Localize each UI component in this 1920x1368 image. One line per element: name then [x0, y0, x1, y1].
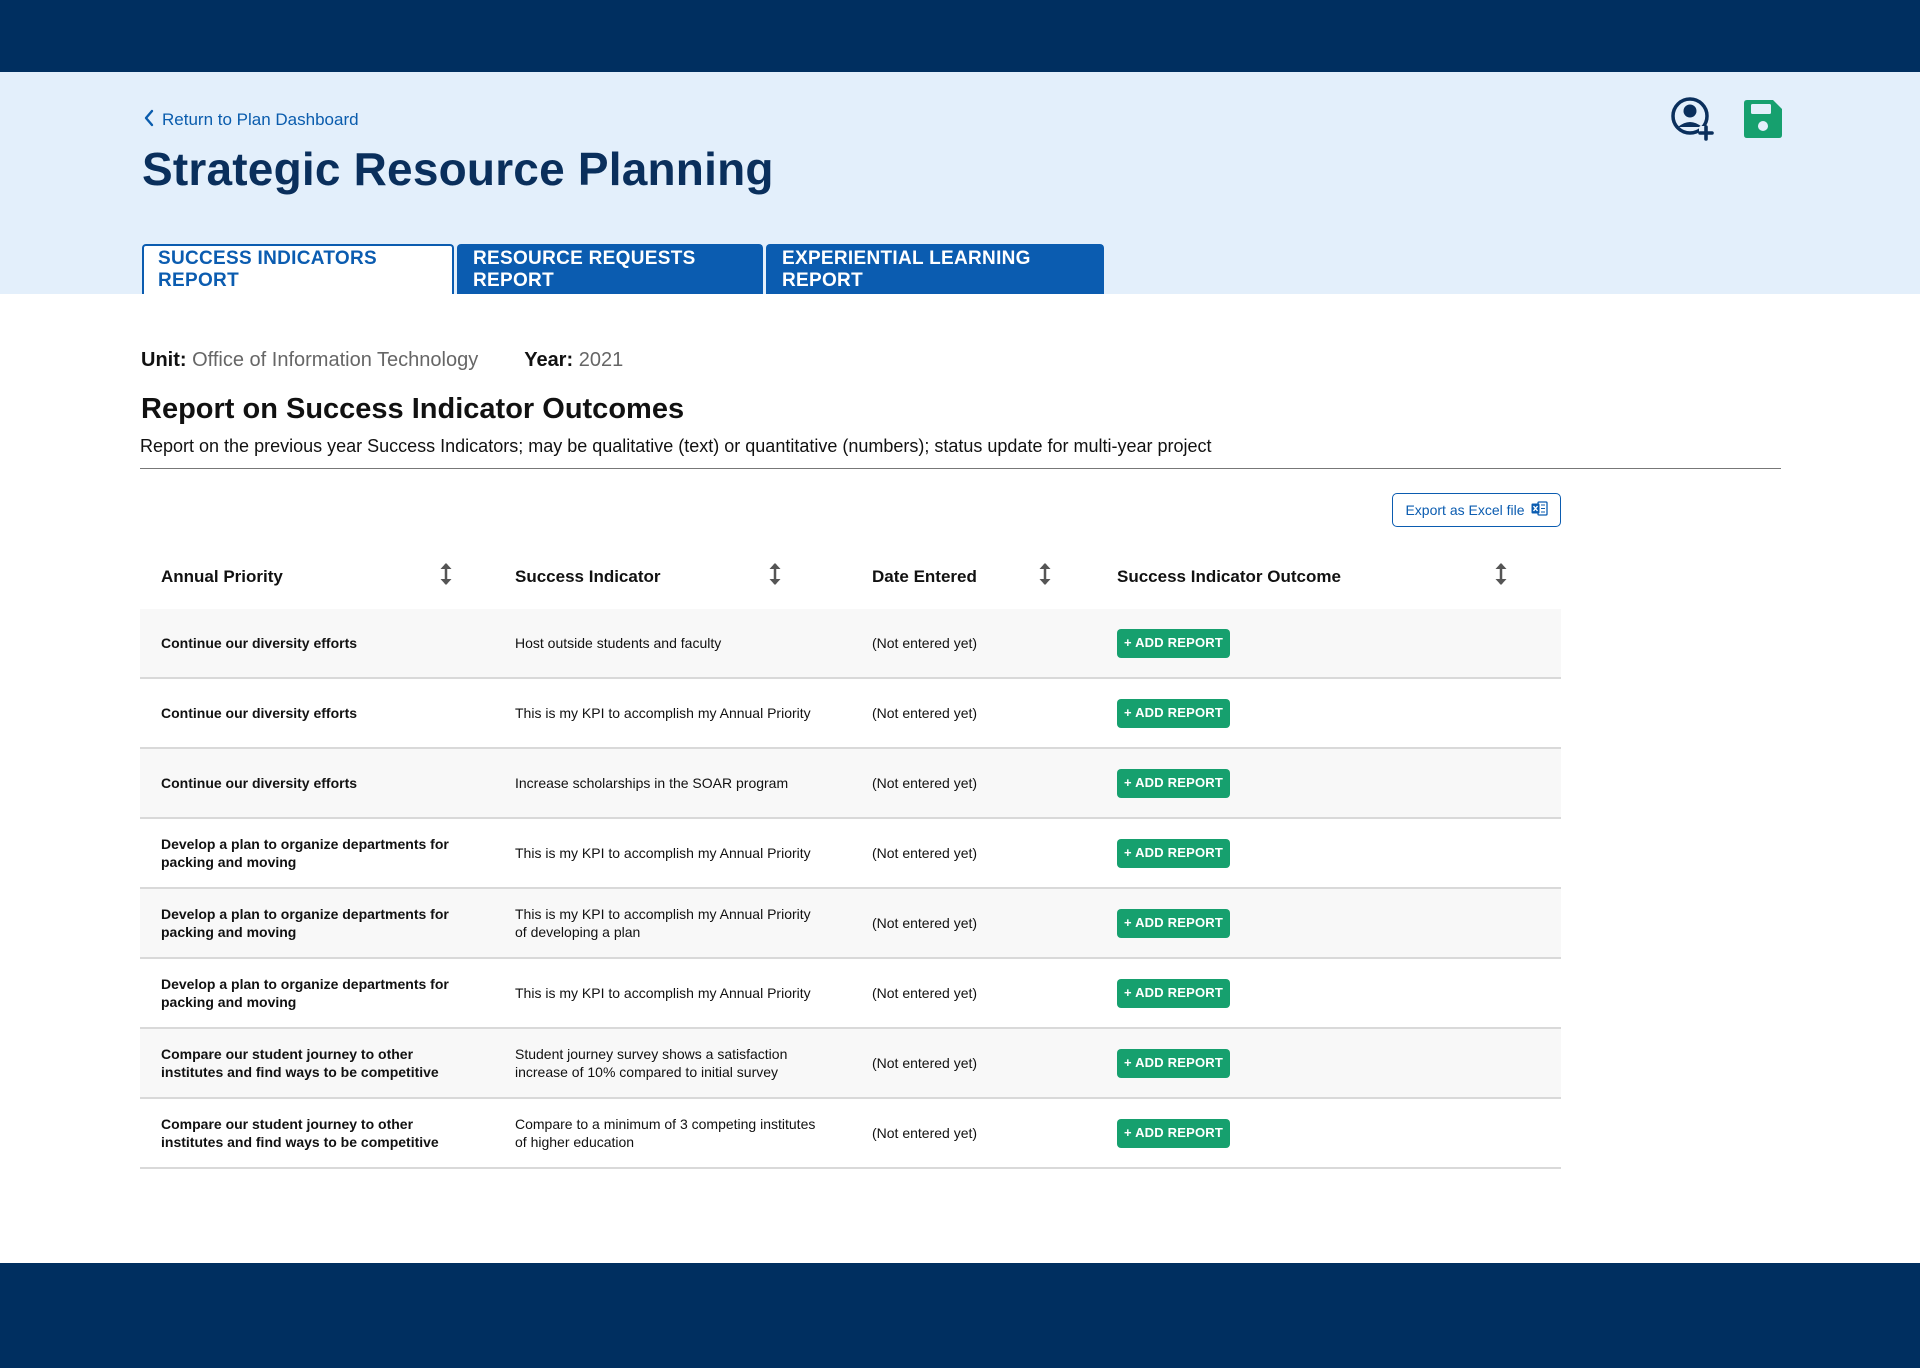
tab-resource-requests[interactable]: RESOURCE REQUESTS REPORT — [457, 244, 763, 294]
indicator-cell: This is my KPI to accomplish my Annual P… — [515, 705, 811, 721]
add-report-button[interactable]: + ADD REPORT — [1117, 1048, 1230, 1078]
priority-cell: Develop a plan to organize departments f… — [161, 906, 449, 940]
export-label: Export as Excel file — [1405, 502, 1525, 518]
save-icon[interactable] — [1740, 96, 1786, 142]
priority-cell: Continue our diversity efforts — [161, 635, 358, 651]
outcome-cell: + ADD REPORT — [1117, 889, 1230, 957]
year-label: Year: — [524, 349, 574, 371]
indicator-cell: Student journey survey shows a satisfact… — [515, 1046, 788, 1080]
add-report-button[interactable]: + ADD REPORT — [1117, 768, 1230, 798]
table-header: Annual Priority Success Indicator Date E… — [140, 545, 1561, 609]
unit-meta: Unit: Office of Information Technology — [141, 349, 478, 372]
column-header-outcome: Success Indicator Outcome — [1117, 567, 1341, 586]
unit-value: Office of Information Technology — [192, 349, 479, 371]
sort-icon[interactable] — [768, 561, 782, 587]
date-cell: (Not entered yet) — [872, 775, 978, 791]
add-report-button[interactable]: + ADD REPORT — [1117, 1118, 1230, 1148]
indicator-cell: Host outside students and faculty — [515, 635, 722, 651]
date-cell: (Not entered yet) — [872, 985, 978, 1001]
table-row: Develop a plan to organize departments f… — [140, 819, 1561, 889]
sort-icon[interactable] — [1038, 561, 1052, 587]
add-report-button[interactable]: + ADD REPORT — [1117, 838, 1230, 868]
add-report-button[interactable]: + ADD REPORT — [1117, 628, 1230, 658]
success-indicators-table: Annual Priority Success Indicator Date E… — [140, 545, 1561, 1169]
header-actions — [1670, 96, 1786, 142]
date-cell: (Not entered yet) — [872, 915, 978, 931]
outcome-cell: + ADD REPORT — [1117, 609, 1230, 677]
table-row: Continue our diversity efforts This is m… — [140, 679, 1561, 749]
chevron-left-icon — [143, 109, 154, 132]
add-report-button[interactable]: + ADD REPORT — [1117, 978, 1230, 1008]
date-cell: (Not entered yet) — [872, 705, 978, 721]
indicator-cell: This is my KPI to accomplish my Annual P… — [515, 845, 811, 861]
year-meta: Year: 2021 — [524, 349, 623, 372]
unit-label: Unit: — [141, 349, 187, 371]
indicator-cell: Increase scholarships in the SOAR progra… — [515, 775, 789, 791]
date-cell: (Not entered yet) — [872, 635, 978, 651]
outcome-cell: + ADD REPORT — [1117, 679, 1230, 747]
tab-success-indicators[interactable]: SUCCESS INDICATORS REPORT — [142, 244, 454, 294]
outcome-cell: + ADD REPORT — [1117, 749, 1230, 817]
tab-experiential-learning[interactable]: EXPERIENTIAL LEARNING REPORT — [766, 244, 1104, 294]
date-cell: (Not entered yet) — [872, 1055, 978, 1071]
table-row: Compare our student journey to other ins… — [140, 1029, 1561, 1099]
section-description: Report on the previous year Success Indi… — [140, 436, 1212, 456]
priority-cell: Develop a plan to organize departments f… — [161, 836, 449, 870]
top-bar — [0, 0, 1920, 72]
export-excel-button[interactable]: Export as Excel file — [1392, 493, 1561, 527]
sort-icon[interactable] — [439, 561, 453, 587]
outcome-cell: + ADD REPORT — [1117, 819, 1230, 887]
add-report-button[interactable]: + ADD REPORT — [1117, 698, 1230, 728]
date-cell: (Not entered yet) — [872, 1125, 978, 1141]
column-header-date-entered: Date Entered — [872, 567, 977, 586]
report-tabs: SUCCESS INDICATORS REPORT RESOURCE REQUE… — [142, 244, 1104, 294]
column-header-success-indicator: Success Indicator — [515, 567, 661, 586]
priority-cell: Compare our student journey to other ins… — [161, 1046, 439, 1080]
back-link-label: Return to Plan Dashboard — [162, 110, 359, 129]
table-row: Continue our diversity efforts Increase … — [140, 749, 1561, 819]
plan-meta: Unit: Office of Information Technology Y… — [141, 349, 623, 372]
table-row: Continue our diversity efforts Host outs… — [140, 609, 1561, 679]
divider — [140, 468, 1781, 469]
priority-cell: Compare our student journey to other ins… — [161, 1116, 439, 1150]
add-report-button[interactable]: + ADD REPORT — [1117, 908, 1230, 938]
date-cell: (Not entered yet) — [872, 845, 978, 861]
indicator-cell: Compare to a minimum of 3 competing inst… — [515, 1116, 816, 1150]
priority-cell: Develop a plan to organize departments f… — [161, 976, 449, 1010]
back-link[interactable]: Return to Plan Dashboard — [143, 108, 359, 132]
year-value: 2021 — [578, 349, 624, 371]
table-row: Compare our student journey to other ins… — [140, 1099, 1561, 1169]
excel-icon — [1531, 501, 1548, 519]
page-title: Strategic Resource Planning — [142, 143, 774, 195]
indicator-cell: This is my KPI to accomplish my Annual P… — [515, 906, 811, 940]
table-row: Develop a plan to organize departments f… — [140, 959, 1561, 1029]
priority-cell: Continue our diversity efforts — [161, 775, 358, 791]
outcome-cell: + ADD REPORT — [1117, 1029, 1230, 1097]
user-add-icon[interactable] — [1670, 96, 1716, 142]
section-title: Report on Success Indicator Outcomes — [141, 393, 685, 425]
indicator-cell: This is my KPI to accomplish my Annual P… — [515, 985, 811, 1001]
column-header-annual-priority: Annual Priority — [161, 567, 283, 586]
outcome-cell: + ADD REPORT — [1117, 959, 1230, 1027]
priority-cell: Continue our diversity efforts — [161, 705, 358, 721]
sort-icon[interactable] — [1494, 561, 1508, 587]
footer-bar — [0, 1263, 1920, 1368]
table-row: Develop a plan to organize departments f… — [140, 889, 1561, 959]
outcome-cell: + ADD REPORT — [1117, 1099, 1230, 1167]
